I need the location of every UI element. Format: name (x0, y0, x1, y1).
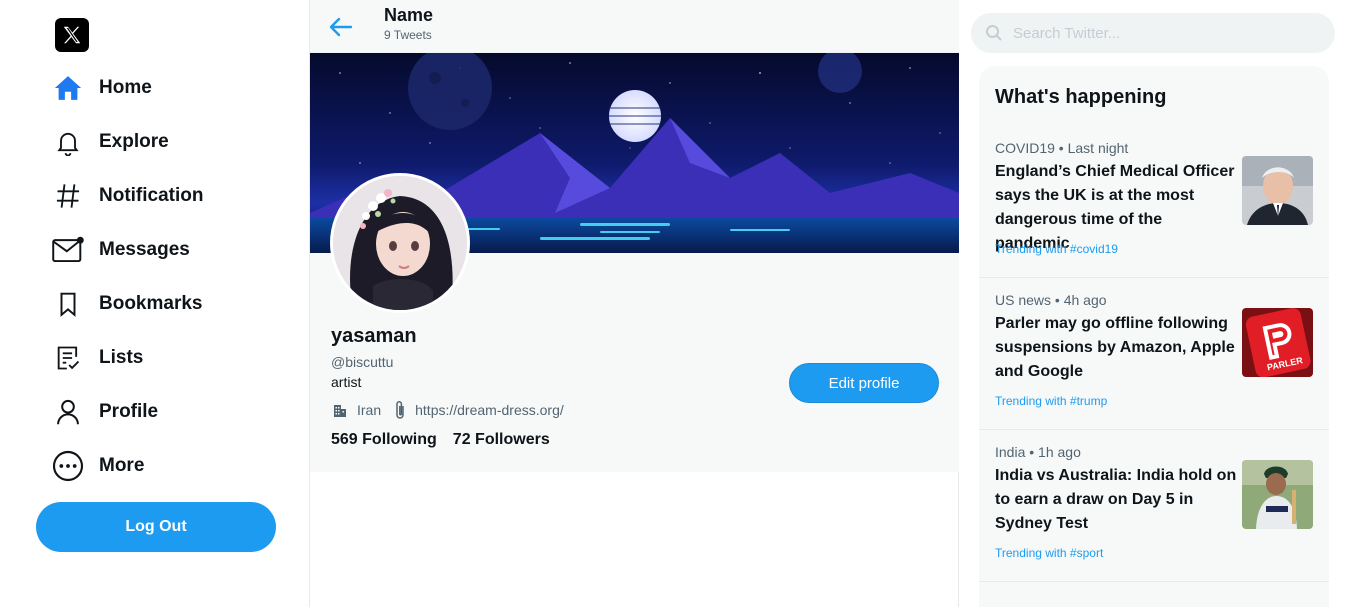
nav-home-label: Home (99, 77, 152, 98)
trend-item[interactable]: India • 1h ago India vs Australia: India… (979, 430, 1329, 582)
trend-category: COVID19 • Last night (995, 140, 1129, 156)
paperclip-icon (393, 400, 407, 420)
home-icon (52, 72, 84, 104)
profile-column: Name 9 Tweets yasaman @biscuttu artist I… (309, 0, 959, 607)
trend-category: India • 1h ago (995, 444, 1081, 460)
profile-bio: artist (331, 374, 362, 390)
nav-profile[interactable]: Profile (52, 392, 158, 432)
trend-thumbnail (1242, 156, 1313, 225)
search-bar[interactable] (971, 13, 1335, 53)
profile-website-link[interactable]: https://dream-dress.org/ (415, 402, 564, 418)
nav-notification[interactable]: Notification (52, 176, 204, 216)
edit-profile-button[interactable]: Edit profile (789, 363, 939, 403)
right-sidebar: What's happening COVID19 • Last night En… (959, 0, 1347, 607)
following-count[interactable]: 569 Following (331, 431, 437, 449)
followers-count[interactable]: 72 Followers (453, 431, 550, 449)
mail-icon (52, 234, 84, 266)
nav-home[interactable]: Home (52, 68, 152, 108)
more-icon (52, 450, 84, 482)
nav-more[interactable]: More (52, 446, 144, 486)
nav-bookmarks[interactable]: Bookmarks (52, 284, 203, 324)
trend-hashtag-link[interactable]: Trending with #sport (995, 546, 1103, 560)
profile-display-name: yasaman (331, 325, 417, 347)
x-logo-icon[interactable] (55, 18, 89, 52)
trend-category: US news • 4h ago (995, 292, 1107, 308)
nav-notification-label: Notification (99, 185, 204, 206)
left-sidebar: Home Explore Notification Messages Bookm… (0, 0, 309, 607)
building-icon (331, 401, 349, 419)
trend-hashtag-link[interactable]: Trending with #trump (995, 394, 1107, 408)
nav-bookmarks-label: Bookmarks (99, 293, 203, 314)
bookmark-icon (52, 288, 84, 320)
profile-handle: @biscuttu (331, 354, 394, 370)
hashtag-icon (52, 180, 84, 212)
bell-icon (52, 126, 84, 158)
trends-title: What's happening (995, 86, 1167, 108)
nav-explore[interactable]: Explore (52, 122, 169, 162)
nav-explore-label: Explore (99, 131, 169, 152)
profile-location: Iran (357, 402, 382, 418)
search-input[interactable] (1013, 24, 1313, 42)
search-icon (985, 23, 1005, 43)
trend-item[interactable]: COVID19 • Last night England’s Chief Med… (979, 126, 1329, 278)
profile-meta: Iran https://dream-dress.org/ (331, 400, 576, 420)
nav-more-label: More (99, 455, 145, 476)
back-button[interactable] (326, 12, 356, 42)
nav-profile-label: Profile (99, 401, 159, 422)
profile-stats: 569 Following 72 Followers (331, 431, 566, 449)
nav-lists-label: Lists (99, 347, 144, 368)
profile-header: Name 9 Tweets (310, 0, 959, 53)
trend-headline: Parler may go offline following suspensi… (995, 315, 1235, 380)
header-name: Name (384, 5, 434, 25)
nav-lists[interactable]: Lists (52, 338, 143, 378)
trend-item[interactable]: US news • 4h ago Parler may go offline f… (979, 278, 1329, 430)
nav-messages-label: Messages (99, 239, 190, 260)
trend-hashtag-link[interactable]: Trending with #covid19 (995, 242, 1118, 256)
user-icon (52, 396, 84, 428)
trend-headline: India vs Australia: India hold on to ear… (995, 467, 1237, 532)
trend-thumbnail: PARLER (1242, 308, 1313, 377)
tweet-count: 9 Tweets (384, 28, 432, 42)
list-icon (52, 342, 84, 374)
profile-avatar[interactable] (330, 173, 470, 313)
trend-thumbnail (1242, 460, 1313, 529)
arrow-left-icon (329, 17, 353, 37)
trends-panel: What's happening COVID19 • Last night En… (979, 66, 1329, 607)
nav-messages[interactable]: Messages (52, 230, 190, 270)
logout-button[interactable]: Log Out (36, 502, 276, 552)
